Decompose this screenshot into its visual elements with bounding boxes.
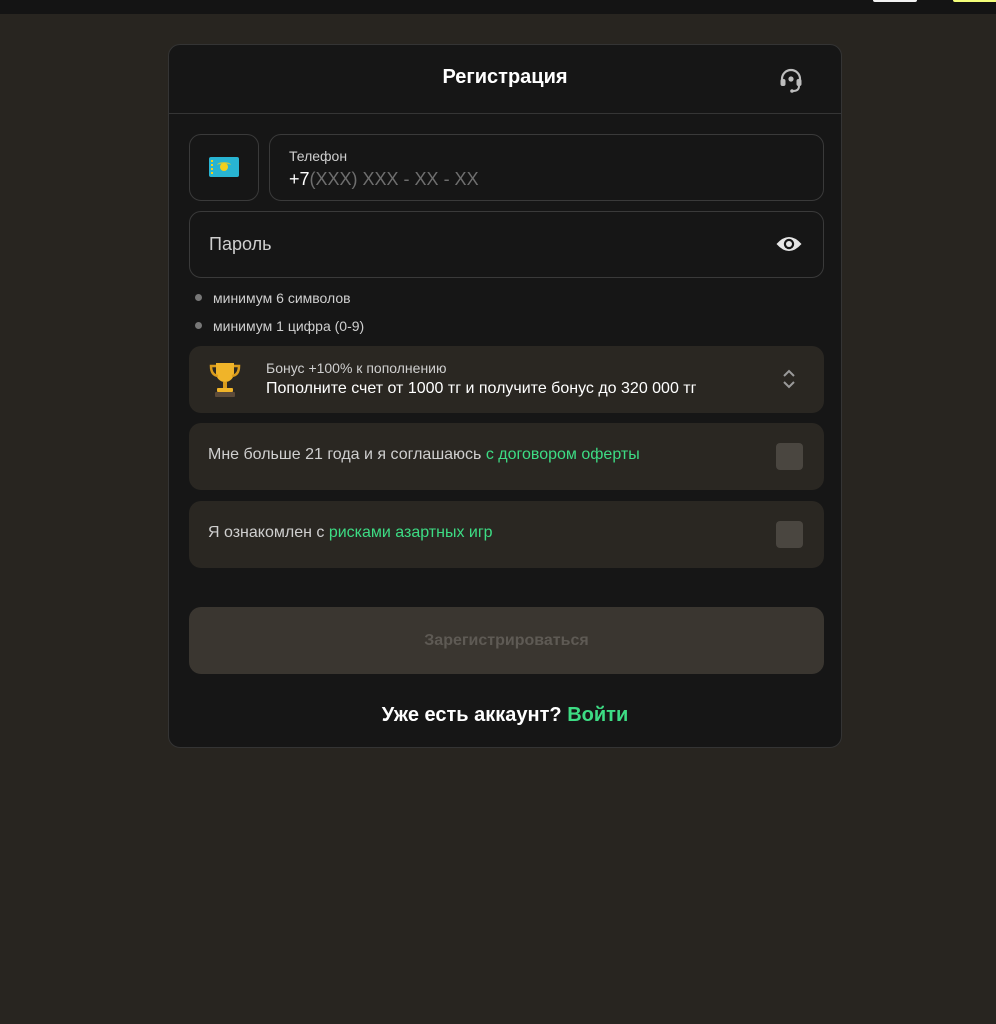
modal-header: Регистрация bbox=[169, 45, 841, 114]
age-checkbox[interactable] bbox=[776, 443, 803, 470]
phone-value: +7(XXX) XXX - XX - XX bbox=[289, 169, 479, 190]
trophy-icon bbox=[209, 363, 241, 397]
phone-mask: (XXX) XXX - XX - XX bbox=[309, 169, 479, 189]
password-placeholder: Пароль bbox=[209, 234, 272, 254]
eye-icon[interactable] bbox=[775, 234, 803, 254]
age-agreement: Мне больше 21 года и я соглашаюсь с дого… bbox=[189, 423, 824, 490]
age-agreement-text: Мне больше 21 года и я соглашаюсь с дого… bbox=[208, 446, 640, 464]
rule-text: минимум 6 символов bbox=[213, 290, 351, 306]
login-prompt: Уже есть аккаунт? Войти bbox=[169, 704, 841, 727]
top-bar-accent-button[interactable] bbox=[953, 0, 996, 2]
registration-modal: Регистрация Телефон +7(XXX) XXX - XX - X… bbox=[168, 44, 842, 748]
password-input[interactable]: Пароль bbox=[189, 211, 824, 278]
phone-input[interactable]: Телефон +7(XXX) XXX - XX - XX bbox=[269, 134, 824, 201]
chevron-up-down-icon bbox=[783, 369, 795, 389]
risks-agreement: Я ознакомлен с рисками азартных игр bbox=[189, 501, 824, 568]
rule-bullet bbox=[195, 293, 202, 301]
bonus-label: Бонус +100% к пополнению bbox=[266, 360, 447, 376]
risks-agreement-text: Я ознакомлен с рисками азартных игр bbox=[208, 524, 493, 542]
bonus-text: Пополните счет от 1000 тг и получите бон… bbox=[266, 380, 697, 397]
rule-bullet bbox=[195, 321, 202, 329]
login-prompt-text: Уже есть аккаунт? bbox=[381, 704, 568, 726]
bonus-selector[interactable]: Бонус +100% к пополнению Пополните счет … bbox=[189, 346, 824, 413]
password-rule-length: минимум 6 символов bbox=[195, 290, 351, 306]
login-link[interactable]: Войти bbox=[567, 704, 628, 726]
modal-title: Регистрация bbox=[442, 66, 568, 88]
phone-prefix: +7 bbox=[289, 169, 310, 189]
rule-text: минимум 1 цифра (0-9) bbox=[213, 318, 365, 334]
risks-agreement-label: Я ознакомлен с bbox=[208, 524, 329, 541]
kazakhstan-flag-icon bbox=[209, 157, 239, 177]
gambling-risks-link[interactable]: рисками азартных игр bbox=[329, 524, 493, 541]
age-agreement-label: Мне больше 21 года и я соглашаюсь bbox=[208, 446, 486, 463]
register-button[interactable]: Зарегистрироваться bbox=[189, 607, 824, 674]
top-bar bbox=[0, 0, 996, 14]
country-selector[interactable] bbox=[189, 134, 259, 201]
password-rule-digit: минимум 1 цифра (0-9) bbox=[195, 318, 364, 334]
phone-label: Телефон bbox=[289, 148, 348, 164]
risks-checkbox[interactable] bbox=[776, 521, 803, 548]
top-bar-button[interactable] bbox=[873, 0, 917, 2]
headset-icon[interactable] bbox=[777, 66, 805, 94]
offer-link[interactable]: с договором оферты bbox=[486, 446, 640, 463]
